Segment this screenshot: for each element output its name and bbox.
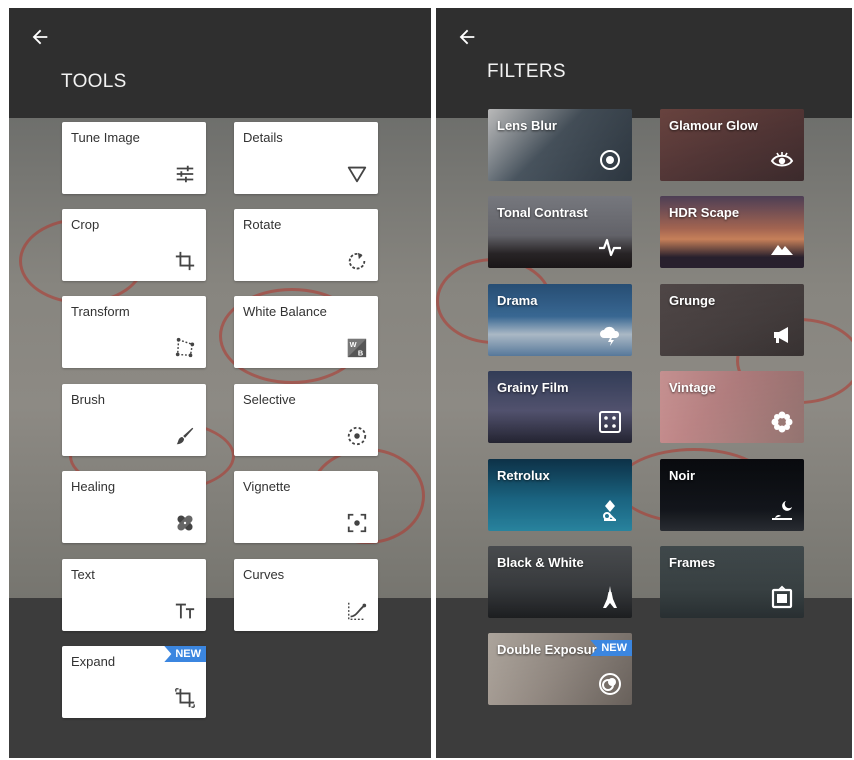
- tool-crop[interactable]: Crop: [62, 209, 206, 281]
- new-badge: NEW: [164, 646, 206, 662]
- tool-label: White Balance: [243, 304, 327, 319]
- double-exposure-icon: [598, 672, 622, 696]
- filter-label: Noir: [669, 468, 695, 483]
- bandage-icon: [174, 512, 196, 534]
- tool-vignette[interactable]: Vignette: [234, 471, 378, 543]
- filter-label: Retrolux: [497, 468, 550, 483]
- filter-label: Black & White: [497, 555, 584, 570]
- tool-label: Text: [71, 567, 95, 582]
- filter-label: Glamour Glow: [669, 118, 758, 133]
- filter-label: Drama: [497, 293, 538, 308]
- rotate-icon: [346, 250, 368, 272]
- tool-label: Expand: [71, 654, 116, 669]
- filter-vintage[interactable]: Vintage: [660, 371, 804, 443]
- tools-screen: TOOLS Tune Image Details Crop Rotate Tra…: [9, 8, 431, 758]
- page-title: FILTERS: [487, 61, 566, 82]
- retrolux-icon: [598, 498, 622, 522]
- filter-label: Lens Blur: [497, 118, 557, 133]
- lens-blur-icon: [598, 148, 622, 172]
- tool-curves[interactable]: Curves: [234, 559, 378, 631]
- expand-icon: [174, 687, 196, 709]
- back-arrow-icon[interactable]: [456, 26, 480, 50]
- tool-white-balance[interactable]: White Balance WB: [234, 296, 378, 368]
- curves-icon: [346, 600, 368, 622]
- tool-text[interactable]: Text: [62, 559, 206, 631]
- dice-icon: [598, 410, 622, 434]
- cloud-lightning-icon: [598, 323, 622, 347]
- filter-drama[interactable]: Drama: [488, 284, 632, 356]
- back-arrow-icon[interactable]: [29, 26, 53, 50]
- filter-grainy-film[interactable]: Grainy Film: [488, 371, 632, 443]
- filter-grunge[interactable]: Grunge: [660, 284, 804, 356]
- page-title: TOOLS: [61, 71, 127, 92]
- white-balance-icon: WB: [346, 337, 368, 359]
- svg-text:W: W: [350, 340, 357, 349]
- filter-tonal-contrast[interactable]: Tonal Contrast: [488, 196, 632, 268]
- pulse-icon: [598, 235, 622, 259]
- filter-retrolux[interactable]: Retrolux: [488, 459, 632, 531]
- frame-icon: [770, 585, 794, 609]
- sliders-icon: [174, 163, 196, 185]
- filters-screen: FILTERS Lens Blur Glamour Glow Tonal Con…: [436, 8, 852, 758]
- tool-label: Details: [243, 130, 283, 145]
- filter-lens-blur[interactable]: Lens Blur: [488, 109, 632, 181]
- tool-transform[interactable]: Transform: [62, 296, 206, 368]
- filter-glamour-glow[interactable]: Glamour Glow: [660, 109, 804, 181]
- filter-frames[interactable]: Frames: [660, 546, 804, 618]
- moon-landscape-icon: [770, 498, 794, 522]
- tool-brush[interactable]: Brush: [62, 384, 206, 456]
- tool-label: Vignette: [243, 479, 291, 494]
- tool-label: Healing: [71, 479, 116, 494]
- vignette-icon: [346, 512, 368, 534]
- filter-label: Double Exposure: [497, 642, 604, 657]
- brush-icon: [174, 425, 196, 447]
- tool-details[interactable]: Details: [234, 122, 378, 194]
- filter-label: HDR Scape: [669, 205, 740, 220]
- tool-healing[interactable]: Healing: [62, 471, 206, 543]
- tool-label: Transform: [71, 304, 130, 319]
- triangle-down-icon: [346, 163, 368, 185]
- filter-double-exposure[interactable]: Double Exposure NEW: [488, 633, 632, 705]
- tool-rotate[interactable]: Rotate: [234, 209, 378, 281]
- filter-black-white[interactable]: Black & White: [488, 546, 632, 618]
- filter-label: Tonal Contrast: [497, 205, 588, 220]
- eiffel-tower-icon: [598, 585, 622, 609]
- tool-label: Tune Image: [71, 130, 140, 145]
- tool-label: Brush: [71, 392, 105, 407]
- filter-hdr-scape[interactable]: HDR Scape: [660, 196, 804, 268]
- svg-text:B: B: [358, 348, 363, 357]
- transform-icon: [174, 337, 196, 359]
- flower-icon: [770, 410, 794, 434]
- tool-label: Rotate: [243, 217, 282, 232]
- filter-label: Grunge: [669, 293, 716, 308]
- filter-noir[interactable]: Noir: [660, 459, 804, 531]
- filter-label: Vintage: [669, 380, 716, 395]
- tools-header: [9, 8, 431, 118]
- tool-label: Selective: [243, 392, 296, 407]
- tool-tune-image[interactable]: Tune Image: [62, 122, 206, 194]
- tool-label: Crop: [71, 217, 100, 232]
- megaphone-icon: [770, 323, 794, 347]
- selective-icon: [346, 425, 368, 447]
- crop-icon: [174, 250, 196, 272]
- tool-expand[interactable]: Expand NEW: [62, 646, 206, 718]
- filter-label: Grainy Film: [497, 380, 569, 395]
- text-icon: [174, 600, 196, 622]
- tool-label: Curves: [243, 567, 285, 582]
- eye-icon: [770, 148, 794, 172]
- mountain-icon: [770, 235, 794, 259]
- filter-label: Frames: [669, 555, 716, 570]
- tool-selective[interactable]: Selective: [234, 384, 378, 456]
